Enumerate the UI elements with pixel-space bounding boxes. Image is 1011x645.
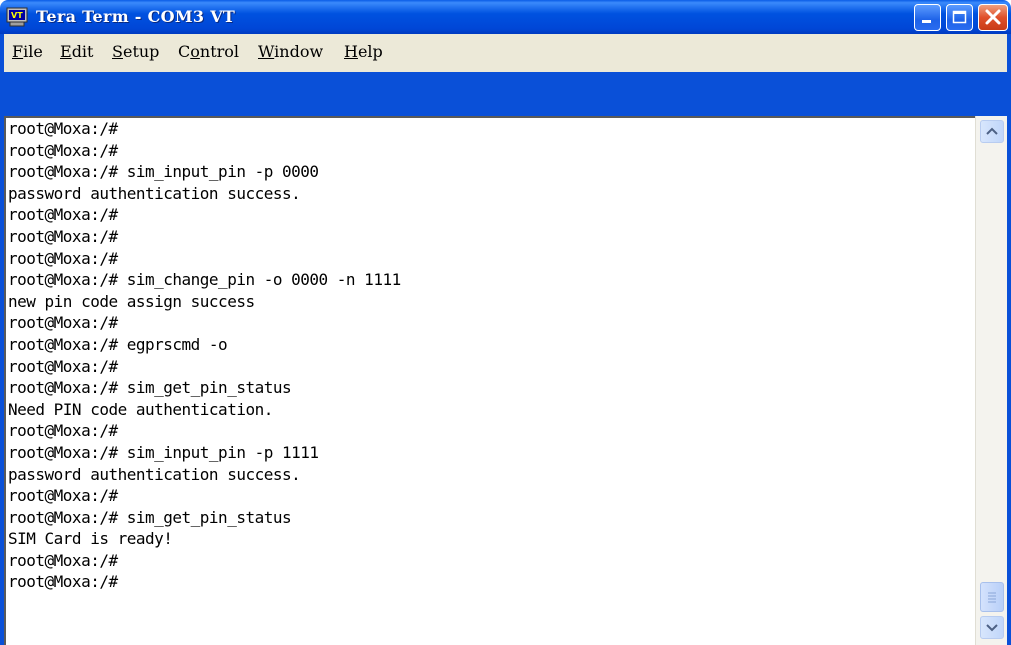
terminal-line: root@Moxa:/# (8, 119, 118, 138)
terminal-line: root@Moxa:/# (8, 486, 118, 506)
menu-control[interactable]: Control (178, 42, 239, 62)
terminal-line: password authentication success. (8, 464, 301, 484)
terminal-line: root@Moxa:/# sim_get_pin_status (8, 507, 292, 527)
terminal-line: root@Moxa:/# sim_input_pin -p 0000 (8, 162, 319, 182)
menu-window[interactable]: Window (258, 42, 323, 62)
menu-setup[interactable]: Setup (112, 42, 159, 62)
scroll-up-button[interactable] (980, 120, 1004, 143)
vertical-scrollbar[interactable] (975, 116, 1007, 645)
terminal-line: password authentication success. (8, 183, 301, 203)
scroll-down-button[interactable] (980, 616, 1004, 639)
scroll-thumb[interactable] (980, 582, 1004, 612)
terminal-line: root@Moxa:/# (8, 248, 118, 268)
title-bar[interactable]: VT Tera Term - COM3 VT (0, 0, 1011, 34)
minimize-button[interactable] (914, 4, 941, 31)
terminal-line: root@Moxa:/# sim_get_pin_status (8, 378, 292, 398)
menu-edit[interactable]: Edit (60, 42, 93, 62)
scroll-up-arrow-icon (986, 127, 998, 135)
terminal-line: root@Moxa:/# (8, 421, 118, 441)
terminal-line: root@Moxa:/# (8, 313, 118, 333)
terminal-line: root@Moxa:/# sim_input_pin -p 1111 (8, 442, 319, 462)
terminal-screen[interactable]: root@Moxa:/# root@Moxa:/# root@Moxa:/# sim… (4, 116, 975, 645)
terminal-line: root@Moxa:/# egprscmd -o (8, 334, 228, 354)
close-button[interactable] (978, 4, 1008, 31)
terminal-line: root@Moxa:/# (8, 356, 118, 376)
terminal-line: root@Moxa:/# (8, 572, 118, 592)
thumb-grip-icon (988, 592, 996, 603)
menu-help[interactable]: Help (344, 42, 383, 62)
maximize-icon (952, 10, 967, 24)
terminal-line: root@Moxa:/# (8, 205, 118, 225)
maximize-button[interactable] (946, 4, 973, 31)
terminal-line: root@Moxa:/# (8, 140, 118, 160)
svg-text:VT: VT (11, 11, 23, 20)
menu-file[interactable]: File (12, 42, 43, 62)
terminal-line: new pin code assign success (8, 291, 255, 311)
scroll-down-arrow-icon (986, 624, 998, 632)
terminal-output: root@Moxa:/# root@Moxa:/# root@Moxa:/# sim… (8, 118, 401, 593)
menu-bar: File Edit Setup Control Window Help (0, 34, 1011, 72)
terminal-line: root@Moxa:/# (8, 550, 118, 570)
minimize-icon (922, 20, 931, 23)
terminal-line: root@Moxa:/# (8, 226, 118, 246)
terminal-line: SIM Card is ready! (8, 529, 173, 549)
terminal-line: Need PIN code authentication. (8, 399, 273, 419)
window-title: Tera Term - COM3 VT (36, 7, 236, 26)
teraterm-vt-icon: VT (6, 7, 28, 27)
terminal-line: root@Moxa:/# sim_change_pin -o 0000 -n 1… (8, 270, 401, 290)
close-icon (985, 9, 1001, 25)
tera-term-window: VT Tera Term - COM3 VT File Edit Setup C… (0, 0, 1011, 645)
